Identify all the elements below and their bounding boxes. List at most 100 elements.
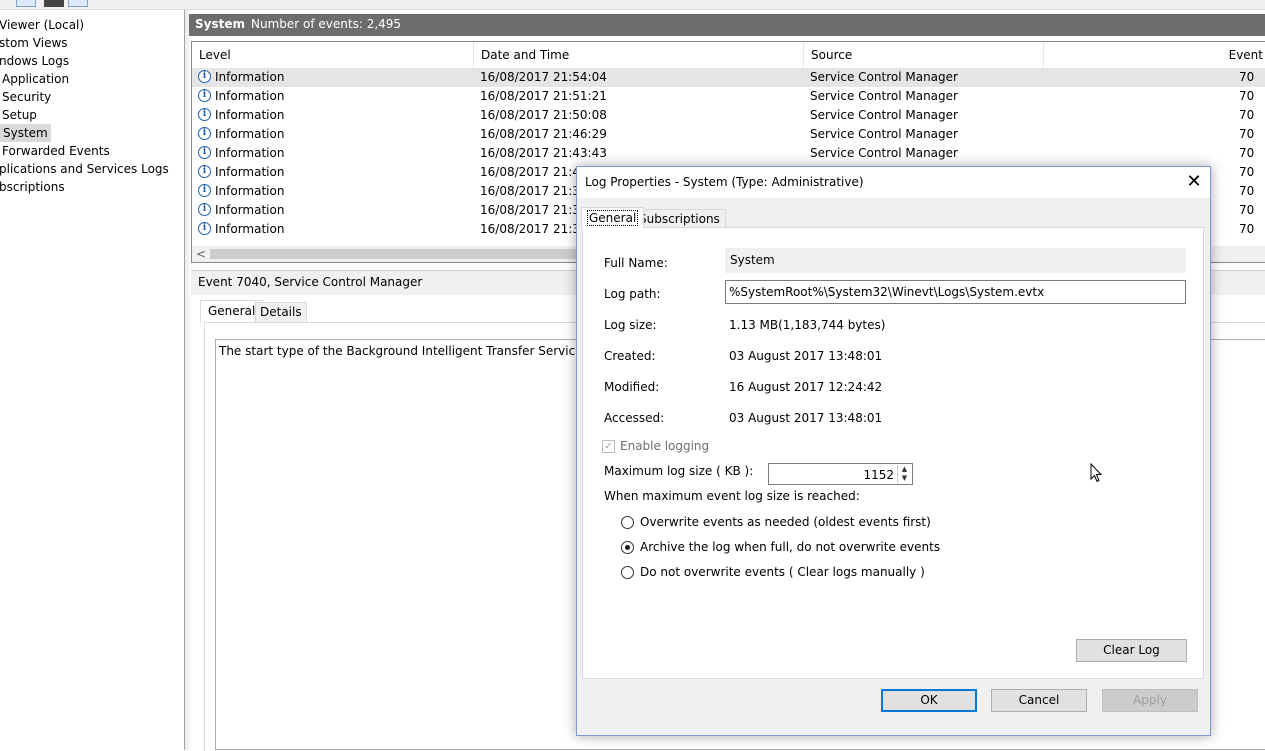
cell-source: Service Control Manager bbox=[810, 70, 958, 84]
column-header-event-id[interactable]: Event bbox=[1044, 42, 1265, 68]
chevron-up-icon[interactable]: ▲ bbox=[898, 465, 911, 474]
cell-datetime: 16/08/2017 21:51:21 bbox=[480, 89, 607, 103]
pane-splitter[interactable] bbox=[185, 10, 189, 750]
toolbar-button[interactable] bbox=[16, 0, 36, 7]
tree-item-subscriptions[interactable]: bscriptions bbox=[0, 178, 65, 196]
scrollbar-thumb[interactable] bbox=[210, 249, 590, 259]
enable-logging-checkbox[interactable]: ✓ bbox=[602, 440, 615, 453]
cell-event-id: 70 bbox=[1239, 165, 1255, 179]
table-row[interactable]: i Information 16/08/2017 21:50:08 Servic… bbox=[192, 106, 1265, 125]
toolbar-button[interactable] bbox=[44, 0, 64, 7]
created-value: 03 August 2017 13:48:01 bbox=[729, 349, 883, 363]
toolbar bbox=[0, 0, 1265, 10]
tab-details[interactable]: Details bbox=[255, 302, 307, 323]
stepper-arrows[interactable]: ▲ ▼ bbox=[897, 465, 911, 483]
do-not-overwrite-radio-label[interactable]: Do not overwrite events ( Clear logs man… bbox=[640, 565, 925, 579]
tree-item-setup[interactable]: Setup bbox=[2, 106, 37, 124]
cell-level: Information bbox=[215, 89, 285, 103]
log-pane-header: System Number of events: 2,495 bbox=[189, 14, 1265, 36]
table-row[interactable]: i Information 16/08/2017 21:43:43 Servic… bbox=[192, 144, 1265, 163]
log-path-label: Log path: bbox=[604, 287, 661, 301]
tree-item-applications-services-logs[interactable]: plications and Services Logs bbox=[0, 160, 169, 178]
max-log-size-value: 1152 bbox=[863, 468, 894, 482]
ok-button[interactable]: OK bbox=[881, 689, 977, 712]
grid-header: Level Date and Time Source Event bbox=[192, 42, 1265, 69]
tab-general[interactable]: General bbox=[200, 300, 264, 323]
mouse-cursor-icon bbox=[1090, 463, 1103, 483]
tree-item-forwarded-events[interactable]: Forwarded Events bbox=[2, 142, 110, 160]
cell-event-id: 70 bbox=[1239, 184, 1255, 198]
cell-source: Service Control Manager bbox=[810, 127, 958, 141]
general-tab-panel: Full Name: System Log path: %SystemRoot%… bbox=[582, 227, 1204, 679]
information-icon: i bbox=[198, 70, 211, 83]
information-icon: i bbox=[198, 222, 211, 235]
event-description-text: The start type of the Background Intelli… bbox=[219, 344, 630, 358]
full-name-label: Full Name: bbox=[604, 256, 668, 270]
close-icon[interactable]: ✕ bbox=[1178, 167, 1210, 197]
archive-radio-label[interactable]: Archive the log when full, do not overwr… bbox=[640, 540, 940, 554]
log-properties-dialog: Log Properties - System (Type: Administr… bbox=[576, 166, 1211, 736]
cell-event-id: 70 bbox=[1239, 222, 1255, 236]
clear-log-button[interactable]: Clear Log bbox=[1076, 639, 1187, 662]
cell-source: Service Control Manager bbox=[810, 108, 958, 122]
log-title: System bbox=[195, 17, 245, 31]
cell-level: Information bbox=[215, 146, 285, 160]
toolbar-button[interactable] bbox=[68, 0, 88, 7]
max-log-size-stepper[interactable]: 1152 ▲ ▼ bbox=[768, 463, 913, 485]
tree-item-event-viewer[interactable]: Viewer (Local) bbox=[0, 16, 84, 34]
tree-item-application[interactable]: Application bbox=[2, 70, 69, 88]
cell-level: Information bbox=[215, 184, 285, 198]
cell-event-id: 70 bbox=[1239, 70, 1255, 84]
tab-general-label: General bbox=[587, 210, 639, 226]
overwrite-radio-label[interactable]: Overwrite events as needed (oldest event… bbox=[640, 515, 931, 529]
do-not-overwrite-radio[interactable] bbox=[621, 566, 634, 579]
cell-level: Information bbox=[215, 127, 285, 141]
column-header-source[interactable]: Source bbox=[804, 42, 1044, 68]
cell-source: Service Control Manager bbox=[810, 89, 958, 103]
column-header-date[interactable]: Date and Time bbox=[474, 42, 804, 68]
cell-event-id: 70 bbox=[1239, 108, 1255, 122]
modified-label: Modified: bbox=[604, 380, 660, 394]
tree-item-custom-views[interactable]: stom Views bbox=[0, 34, 68, 52]
tab-general[interactable]: General bbox=[581, 207, 645, 229]
cell-event-id: 70 bbox=[1239, 89, 1255, 103]
dialog-title: Log Properties - System (Type: Administr… bbox=[585, 175, 864, 189]
tree-item-security[interactable]: Security bbox=[2, 88, 51, 106]
log-size-value: 1.13 MB(1,183,744 bytes) bbox=[729, 318, 886, 332]
information-icon: i bbox=[198, 108, 211, 121]
information-icon: i bbox=[198, 165, 211, 178]
cell-level: Information bbox=[215, 108, 285, 122]
table-row[interactable]: i Information 16/08/2017 21:46:29 Servic… bbox=[192, 125, 1265, 144]
table-row[interactable]: i Information 16/08/2017 21:54:04 Servic… bbox=[192, 68, 1265, 87]
full-name-field: System bbox=[725, 248, 1186, 273]
cell-event-id: 70 bbox=[1239, 127, 1255, 141]
tree-item-system[interactable]: System bbox=[0, 124, 51, 142]
table-row[interactable]: i Information 16/08/2017 21:51:21 Servic… bbox=[192, 87, 1265, 106]
overwrite-radio[interactable] bbox=[621, 516, 634, 529]
log-path-value: %SystemRoot%\System32\Winevt\Logs\System… bbox=[729, 285, 1045, 299]
accessed-label: Accessed: bbox=[604, 411, 665, 425]
cancel-button[interactable]: Cancel bbox=[991, 689, 1087, 712]
chevron-down-icon[interactable]: ▼ bbox=[898, 474, 911, 483]
log-path-field[interactable]: %SystemRoot%\System32\Winevt\Logs\System… bbox=[725, 280, 1186, 304]
archive-radio[interactable] bbox=[621, 541, 634, 554]
apply-button[interactable]: Apply bbox=[1102, 689, 1198, 712]
tree-item-windows-logs[interactable]: ndows Logs bbox=[0, 52, 69, 70]
max-log-size-label: Maximum log size ( KB ): bbox=[604, 464, 754, 478]
information-icon: i bbox=[198, 203, 211, 216]
full-name-value: System bbox=[730, 253, 775, 267]
cell-datetime: 16/08/2017 21:43:43 bbox=[480, 146, 607, 160]
dialog-title-bar[interactable]: Log Properties - System (Type: Administr… bbox=[577, 167, 1210, 198]
column-header-level[interactable]: Level bbox=[192, 42, 474, 68]
event-count: Number of events: 2,495 bbox=[251, 17, 402, 31]
cell-level: Information bbox=[215, 70, 285, 84]
cell-datetime: 16/08/2017 21:50:08 bbox=[480, 108, 607, 122]
enable-logging-label: Enable logging bbox=[620, 439, 710, 453]
tab-subscriptions[interactable]: Subscriptions bbox=[633, 209, 726, 229]
cell-datetime: 16/08/2017 21:46:29 bbox=[480, 127, 607, 141]
when-reached-label: When maximum event log size is reached: bbox=[604, 489, 860, 503]
information-icon: i bbox=[198, 184, 211, 197]
information-icon: i bbox=[198, 127, 211, 140]
log-size-label: Log size: bbox=[604, 318, 657, 332]
scroll-left-icon[interactable]: < bbox=[196, 246, 206, 262]
